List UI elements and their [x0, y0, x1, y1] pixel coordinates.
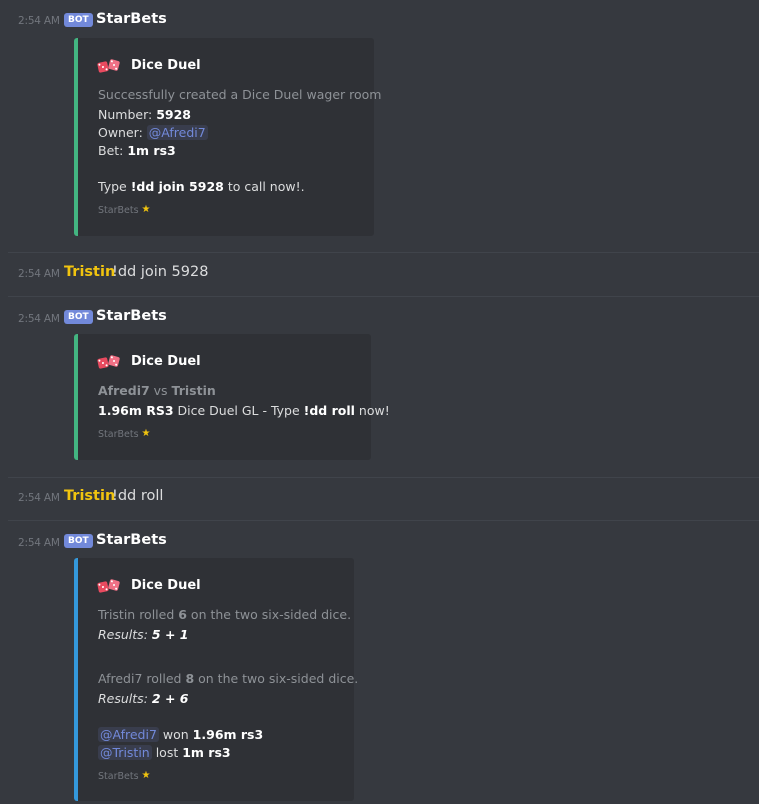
- embed-dice-duel-created: Dice Duel Successfully created a Dice Du…: [74, 38, 381, 236]
- results-1-label: Results:: [98, 627, 152, 642]
- footer-text: StarBets: [98, 771, 139, 782]
- roll-2-suffix: on the two six-sided dice.: [194, 671, 359, 686]
- embed-dice-duel-started: Dice Duel Afredi7 vs Tristin 1.96m RS3 D…: [74, 334, 390, 460]
- number-value: 5928: [156, 107, 191, 122]
- player-1: Afredi7: [98, 383, 150, 398]
- star-icon: ★: [141, 769, 151, 781]
- bot-badge: BOT: [64, 13, 93, 27]
- dice-icon: [97, 578, 122, 593]
- bet-value: 1m rs3: [127, 143, 176, 158]
- roll-1-suffix: on the two six-sided dice.: [186, 607, 352, 622]
- loser-line: @Tristin lost 1m rs3: [98, 745, 231, 760]
- bet-line: Bet: 1m rs3: [98, 143, 176, 158]
- message-divider: [8, 296, 759, 297]
- author-name[interactable]: Tristin: [64, 264, 115, 280]
- roll-suffix: now!: [354, 403, 390, 418]
- bot-badge: BOT: [64, 310, 93, 324]
- dice-icon: [97, 354, 122, 369]
- type-suffix: to call now!.: [223, 179, 305, 194]
- roll-command: !dd roll: [303, 403, 355, 418]
- players-line: Afredi7 vs Tristin: [98, 383, 216, 398]
- embed-footer: StarBets ★: [98, 769, 152, 782]
- author-name[interactable]: StarBets: [96, 308, 167, 324]
- timestamp: 2:54 AM: [18, 492, 60, 504]
- timestamp: 2:54 AM: [18, 268, 60, 280]
- embed-dice-duel-result: Dice Duel Tristin rolled 6 on the two si…: [74, 558, 358, 801]
- results-1-value: 5 + 1: [151, 627, 189, 642]
- message-text: !dd roll: [112, 488, 164, 504]
- type-command-line: Type !dd join 5928 to call now!.: [98, 179, 305, 194]
- pot-value: 1.96m RS3: [98, 403, 174, 418]
- author-name[interactable]: Tristin: [64, 488, 115, 504]
- winner-line: @Afredi7 won 1.96m rs3: [98, 727, 263, 742]
- message-divider: [8, 520, 759, 521]
- timestamp: 2:54 AM: [18, 313, 60, 325]
- owner-mention[interactable]: @Afredi7: [146, 125, 208, 140]
- roll-2-name: Afredi7 rolled: [98, 671, 186, 686]
- pot-line: 1.96m RS3 Dice Duel GL - Type !dd roll n…: [98, 403, 390, 418]
- owner-line: Owner: @Afredi7: [98, 125, 208, 140]
- dice-icon: [97, 58, 122, 73]
- results-2-value: 2 + 6: [151, 691, 189, 706]
- message-divider: [8, 477, 759, 478]
- roll-1-name: Tristin rolled: [98, 607, 179, 622]
- won-text: won: [158, 727, 193, 742]
- embed-footer: StarBets ★: [98, 203, 152, 216]
- lost-value: 1m rs3: [182, 745, 231, 760]
- author-name[interactable]: StarBets: [96, 532, 167, 548]
- roll-1-total: 6: [178, 607, 187, 622]
- author-name[interactable]: StarBets: [96, 11, 167, 27]
- message-divider: [8, 252, 759, 253]
- footer-text: StarBets: [98, 205, 139, 216]
- roll-2-line: Afredi7 rolled 8 on the two six-sided di…: [98, 671, 358, 686]
- timestamp: 2:54 AM: [18, 15, 60, 27]
- pot-text: Dice Duel GL - Type: [173, 403, 304, 418]
- embed-footer: StarBets ★: [98, 427, 152, 440]
- owner-label: Owner:: [98, 125, 147, 140]
- lost-text: lost: [151, 745, 183, 760]
- roll-1-line: Tristin rolled 6 on the two six-sided di…: [98, 607, 351, 622]
- join-command: !dd join 5928: [130, 179, 224, 194]
- results-2-line: Results: 2 + 6: [98, 691, 188, 706]
- player-2: Tristin: [171, 383, 216, 398]
- won-value: 1.96m rs3: [192, 727, 264, 742]
- star-icon: ★: [141, 203, 151, 215]
- embed-title: Dice Duel: [97, 578, 201, 593]
- results-1-line: Results: 5 + 1: [98, 627, 188, 642]
- roll-2-total: 8: [185, 671, 195, 686]
- winner-mention[interactable]: @Afredi7: [98, 727, 159, 742]
- loser-mention[interactable]: @Tristin: [98, 745, 152, 760]
- number-label: Number:: [98, 107, 157, 122]
- embed-title: Dice Duel: [97, 58, 201, 73]
- embed-title-text: Dice Duel: [131, 354, 201, 369]
- bot-badge: BOT: [64, 534, 93, 548]
- vs-text: vs: [149, 383, 172, 398]
- type-prefix: Type: [98, 179, 131, 194]
- embed-description: Successfully created a Dice Duel wager r…: [98, 87, 382, 102]
- timestamp: 2:54 AM: [18, 537, 60, 549]
- star-icon: ★: [141, 427, 151, 439]
- number-line: Number: 5928: [98, 107, 191, 122]
- bet-label: Bet:: [98, 143, 128, 158]
- footer-text: StarBets: [98, 429, 139, 440]
- results-2-label: Results:: [98, 691, 152, 706]
- embed-title: Dice Duel: [97, 354, 201, 369]
- message-text: !dd join 5928: [112, 264, 209, 280]
- embed-title-text: Dice Duel: [131, 578, 201, 593]
- embed-title-text: Dice Duel: [131, 58, 201, 73]
